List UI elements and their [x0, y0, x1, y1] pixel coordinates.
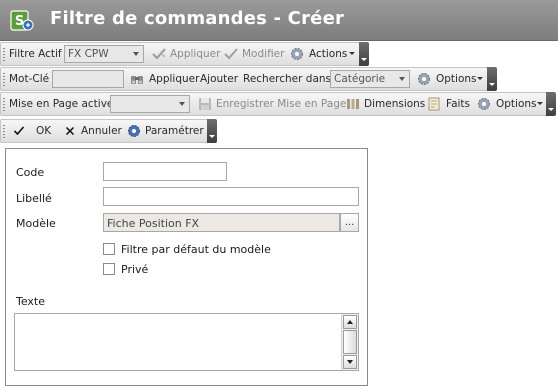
checkmark-icon — [13, 126, 25, 136]
apply-keyword-button[interactable]: Appliquer — [129, 70, 199, 88]
modele-label: Modèle — [16, 217, 56, 230]
binoculars-icon — [131, 76, 143, 84]
toolbar-overflow-button[interactable] — [359, 42, 369, 66]
gear-icon — [478, 98, 490, 110]
active-filter-label: Filtre Actif — [9, 48, 62, 60]
add-keyword-button[interactable]: Ajouter — [200, 70, 240, 88]
search-in-select[interactable]: Catégorie — [330, 70, 410, 88]
toolbar-grip[interactable] — [3, 73, 5, 86]
options-layout-button[interactable]: Options — [476, 95, 546, 113]
code-label: Code — [16, 166, 45, 179]
toolbar-layout: Mise en Page active Enregistrer Mise en … — [0, 92, 558, 116]
actions-button[interactable]: Actions — [289, 45, 357, 63]
active-layout-select[interactable] — [110, 95, 190, 113]
actions-label: Actions — [309, 48, 348, 60]
dimensions-button[interactable]: Dimensions — [345, 95, 425, 113]
facts-label: Faits — [446, 98, 471, 110]
default-filter-label: Filtre par défaut du modèle — [121, 243, 271, 256]
title-bar: S Filtre de commandes - Créer — [0, 0, 558, 41]
apply-filter-label: Appliquer — [170, 48, 221, 60]
save-layout-button[interactable]: Enregistrer Mise en Page — [197, 95, 346, 113]
cancel-label: Annuler — [81, 125, 122, 137]
toolbar-filter: Filtre Actif FX CPW Appliquer Modifier A… — [0, 42, 370, 66]
scroll-up-icon[interactable] — [343, 315, 357, 329]
facts-button[interactable]: Faits — [426, 95, 470, 113]
chevron-down-icon[interactable] — [395, 71, 409, 87]
toolbar-dialog: OK Annuler Paramétrer — [0, 119, 220, 143]
window-title: Filtre de commandes - Créer — [50, 8, 345, 29]
toolbar-grip[interactable] — [3, 98, 5, 111]
check-filter-icon — [152, 48, 166, 60]
chevron-down-icon[interactable] — [175, 96, 189, 112]
gear-icon — [418, 73, 430, 85]
modify-filter-label: Modifier — [242, 48, 285, 60]
active-layout-label: Mise en Page active — [9, 98, 114, 110]
settings-label: Paramétrer — [145, 125, 204, 137]
search-in-label: Rechercher dans — [243, 73, 332, 85]
toolbar-grip[interactable] — [3, 125, 5, 138]
dimensions-icon — [347, 99, 359, 109]
private-checkbox[interactable] — [103, 263, 115, 275]
modele-input[interactable]: Fiche Position FX — [103, 213, 340, 232]
chevron-down-icon — [477, 77, 483, 80]
gear-icon — [291, 48, 303, 60]
active-filter-select[interactable]: FX CPW — [64, 45, 144, 63]
active-filter-value: FX CPW — [68, 48, 109, 60]
search-in-value: Catégorie — [334, 73, 386, 85]
add-keyword-label: Ajouter — [200, 73, 239, 85]
cancel-button[interactable]: Annuler — [64, 122, 122, 140]
ok-label: OK — [36, 125, 52, 137]
scroll-down-icon[interactable] — [343, 355, 357, 369]
chevron-down-icon[interactable] — [129, 46, 143, 62]
keyword-label: Mot-Clé — [9, 73, 50, 85]
libelle-label: Libellé — [16, 192, 52, 205]
toolbar-keyword: Mot-Clé Appliquer Ajouter Rechercher dan… — [0, 67, 498, 91]
app-icon: S — [10, 10, 34, 31]
options-keyword-button[interactable]: Options — [416, 70, 486, 88]
code-input[interactable] — [103, 162, 227, 181]
chevron-down-icon — [349, 52, 355, 55]
toolbar-dialog-body: OK Annuler Paramétrer — [0, 119, 208, 143]
default-filter-checkbox[interactable] — [103, 243, 115, 255]
dimensions-label: Dimensions — [364, 98, 426, 110]
check-edit-icon — [224, 48, 238, 60]
libelle-input[interactable] — [103, 187, 359, 206]
close-icon — [65, 126, 75, 136]
options-keyword-label: Options — [436, 73, 477, 85]
modify-filter-button[interactable]: Modifier — [223, 45, 285, 63]
chevron-down-icon — [537, 102, 543, 105]
options-layout-label: Options — [496, 98, 537, 110]
apply-filter-button[interactable]: Appliquer — [151, 45, 221, 63]
modele-lookup-button[interactable]: ... — [340, 213, 359, 232]
save-icon — [199, 98, 211, 110]
keyword-input[interactable] — [52, 70, 124, 88]
save-layout-label: Enregistrer Mise en Page — [216, 98, 347, 110]
apply-keyword-label: Appliquer — [149, 73, 200, 85]
svg-text:S: S — [15, 14, 24, 29]
scroll-thumb[interactable] — [343, 330, 357, 354]
toolbar-overflow-button[interactable] — [487, 67, 497, 91]
toolbar-keyword-body: Mot-Clé Appliquer Ajouter Rechercher dan… — [0, 67, 488, 91]
modele-value: Fiche Position FX — [107, 217, 200, 230]
private-label: Privé — [121, 263, 149, 276]
toolbar-overflow-button[interactable] — [207, 119, 217, 143]
toolbar-filter-body: Filtre Actif FX CPW Appliquer Modifier A… — [0, 42, 360, 66]
document-icon — [428, 97, 440, 111]
ok-button[interactable]: OK — [13, 122, 53, 140]
settings-button[interactable]: Paramétrer — [126, 122, 206, 140]
textarea-scrollbar[interactable] — [341, 314, 358, 370]
filter-form-panel: Code Libellé Modèle Fiche Position FX ..… — [5, 148, 368, 386]
toolbar-grip[interactable] — [3, 48, 5, 61]
toolbar-overflow-button[interactable] — [546, 92, 556, 116]
toolbar-layout-body: Mise en Page active Enregistrer Mise en … — [0, 92, 547, 116]
gear-icon — [128, 125, 140, 137]
text-textarea[interactable] — [14, 313, 359, 371]
text-label: Texte — [16, 295, 46, 308]
